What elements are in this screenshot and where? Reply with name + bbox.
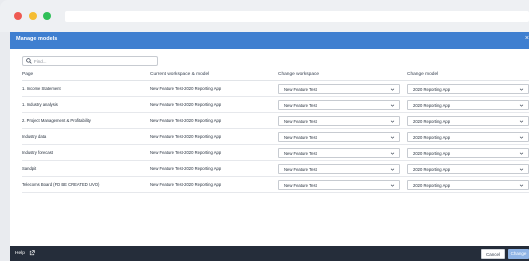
chevron-down-icon [390, 136, 395, 139]
page-name: Telecoms Board (FD BE CREATED UVO) [22, 182, 100, 187]
chevron-down-icon [390, 168, 395, 171]
model-select[interactable]: 2020 Reporting App [407, 132, 529, 142]
model-select-value: 2020 Reporting App [413, 87, 451, 92]
table-row: 1. Income Statement New Feature Test-2020… [22, 81, 529, 97]
table-row: 1. Industry analysis New Feature Test-202… [22, 97, 529, 113]
column-header-page: Page [22, 72, 34, 77]
model-select[interactable]: 2020 Reporting App [407, 180, 529, 190]
workspace-select[interactable]: New Feature Test [278, 100, 400, 110]
workspace-select[interactable]: New Feature Test [278, 116, 400, 126]
model-select[interactable]: 2020 Reporting App [407, 116, 529, 126]
workspace-select-value: New Feature Test [284, 151, 317, 156]
model-select-value: 2020 Reporting App [413, 151, 451, 156]
search-input[interactable] [34, 57, 154, 65]
workspace-select-value: New Feature Test [284, 119, 317, 124]
table-row: Sandpit New Feature Test-2020 Reporting A… [22, 161, 529, 177]
column-header-change-workspace: Change workspace [278, 72, 320, 77]
cancel-button[interactable]: Cancel [481, 249, 505, 259]
dialog-footer: Help Cancel Change [10, 246, 529, 261]
chevron-down-icon [390, 120, 395, 123]
chevron-down-icon [390, 152, 395, 155]
workspace-select-value: New Feature Test [284, 103, 317, 108]
search-icon [26, 58, 32, 64]
chevron-down-icon [519, 136, 524, 139]
workspace-select-value: New Feature Test [284, 87, 317, 92]
current-workspace-model: New Feature Test-2020 Reporting App [150, 182, 222, 187]
page-name: Industry forecast [22, 150, 53, 155]
model-select-value: 2020 Reporting App [413, 135, 451, 140]
page-name: Sandpit [22, 166, 37, 171]
browser-chrome [0, 0, 529, 32]
workspace-select[interactable]: New Feature Test [278, 132, 400, 142]
chevron-down-icon [519, 168, 524, 171]
chevron-down-icon [519, 88, 524, 91]
chevron-down-icon [519, 120, 524, 123]
page-name: Industry data [22, 134, 47, 139]
model-select-value: 2020 Reporting App [413, 167, 451, 172]
window-close-dot[interactable] [14, 12, 22, 20]
workspace-select[interactable]: New Feature Test [278, 84, 400, 94]
model-select[interactable]: 2020 Reporting App [407, 148, 529, 158]
window-minimize-dot[interactable] [29, 12, 37, 20]
workspace-select-value: New Feature Test [284, 183, 317, 188]
model-select-value: 2020 Reporting App [413, 119, 451, 124]
page-name: 1. Income Statement [22, 86, 61, 91]
workspace-select-value: New Feature Test [284, 135, 317, 140]
model-select[interactable]: 2020 Reporting App [407, 164, 529, 174]
chevron-down-icon [390, 184, 395, 187]
current-workspace-model: New Feature Test-2020 Reporting App [150, 134, 222, 139]
dialog-title: Manage models [16, 36, 58, 42]
page-name: 1. Industry analysis [22, 102, 58, 107]
change-button[interactable]: Change [508, 249, 529, 259]
column-header-current: Current workspace & model [150, 72, 210, 77]
current-workspace-model: New Feature Test-2020 Reporting App [150, 102, 222, 107]
search-box[interactable] [22, 56, 158, 66]
close-icon[interactable]: × [525, 35, 529, 42]
current-workspace-model: New Feature Test-2020 Reporting App [150, 150, 222, 155]
table-row: 2. Project Management & Profitability New… [22, 113, 529, 129]
help-link[interactable]: Help [15, 251, 25, 256]
model-select-value: 2020 Reporting App [413, 183, 451, 188]
table-row: Industry data New Feature Test-2020 Repor… [22, 129, 529, 145]
chevron-down-icon [390, 104, 395, 107]
chevron-down-icon [519, 104, 524, 107]
external-link-icon[interactable] [29, 250, 35, 256]
chevron-down-icon [519, 184, 524, 187]
dialog-titlebar: Manage models × [10, 32, 529, 49]
model-select[interactable]: 2020 Reporting App [407, 84, 529, 94]
address-bar[interactable] [65, 11, 529, 22]
current-workspace-model: New Feature Test-2020 Reporting App [150, 86, 222, 91]
column-header-change-model: Change model [407, 72, 439, 77]
page-name: 2. Project Management & Profitability [22, 118, 91, 123]
chevron-down-icon [390, 88, 395, 91]
current-workspace-model: New Feature Test-2020 Reporting App [150, 166, 222, 171]
chevron-down-icon [519, 152, 524, 155]
workspace-select-value: New Feature Test [284, 167, 317, 172]
workspace-select[interactable]: New Feature Test [278, 164, 400, 174]
current-workspace-model: New Feature Test-2020 Reporting App [150, 118, 222, 123]
manage-models-dialog: Manage models × Page Current workspace &… [10, 32, 529, 261]
workspace-select[interactable]: New Feature Test [278, 180, 400, 190]
window-maximize-dot[interactable] [43, 12, 51, 20]
model-select-value: 2020 Reporting App [413, 103, 451, 108]
table-row: Telecoms Board (FD BE CREATED UVO) New Fe… [22, 177, 529, 193]
table-row: Industry forecast New Feature Test-2020 R… [22, 145, 529, 161]
model-select[interactable]: 2020 Reporting App [407, 100, 529, 110]
workspace-select[interactable]: New Feature Test [278, 148, 400, 158]
